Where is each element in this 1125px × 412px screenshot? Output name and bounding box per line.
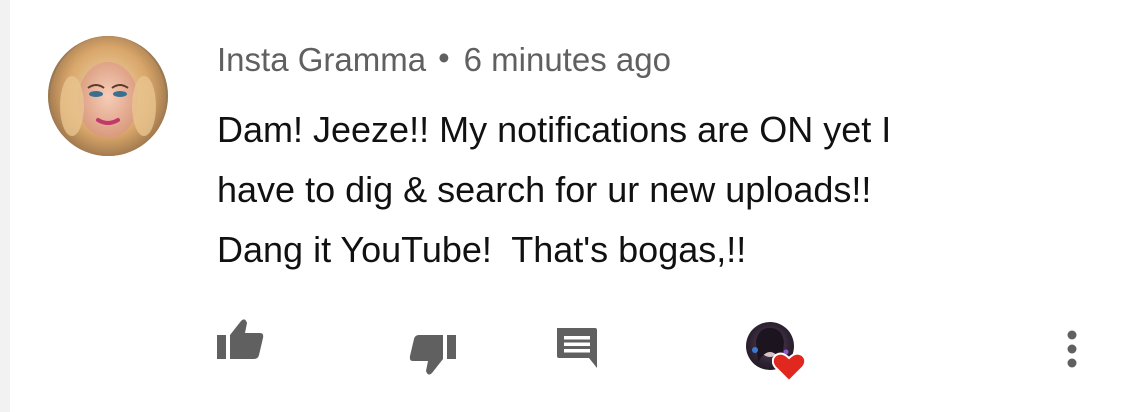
author-avatar[interactable] — [48, 36, 168, 156]
comment-icon — [557, 328, 597, 368]
meta-separator: • — [438, 39, 450, 76]
comment-text-line: Dang it YouTube! That's bogas,!! — [217, 229, 747, 270]
comment-text-line: have to dig & search for ur new uploads!… — [217, 169, 872, 210]
comment-timestamp[interactable]: 6 minutes ago — [464, 41, 671, 78]
comment-actions — [0, 300, 1125, 400]
thumb-down-icon — [409, 335, 456, 375]
more-vertical-icon — [1067, 330, 1077, 368]
avatar-photo — [48, 36, 168, 156]
creator-heart-icon — [772, 352, 806, 382]
comment-text-line: Dam! Jeeze!! My notifications are ON yet… — [217, 109, 892, 150]
author-name[interactable]: Insta Gramma — [217, 41, 426, 78]
comment-item: Insta Gramma • 6 minutes ago Dam! Jeeze!! … — [0, 0, 1125, 412]
comment-header: Insta Gramma • 6 minutes ago — [217, 39, 671, 80]
thumb-up-icon — [217, 319, 264, 359]
creator-heart-badge — [742, 320, 808, 386]
more-options-button[interactable] — [1052, 324, 1092, 374]
dislike-button[interactable] — [405, 330, 461, 380]
like-button[interactable] — [212, 314, 268, 364]
comment-text: Dam! Jeeze!! My notifications are ON yet… — [217, 100, 1097, 280]
reply-button[interactable] — [550, 322, 602, 372]
